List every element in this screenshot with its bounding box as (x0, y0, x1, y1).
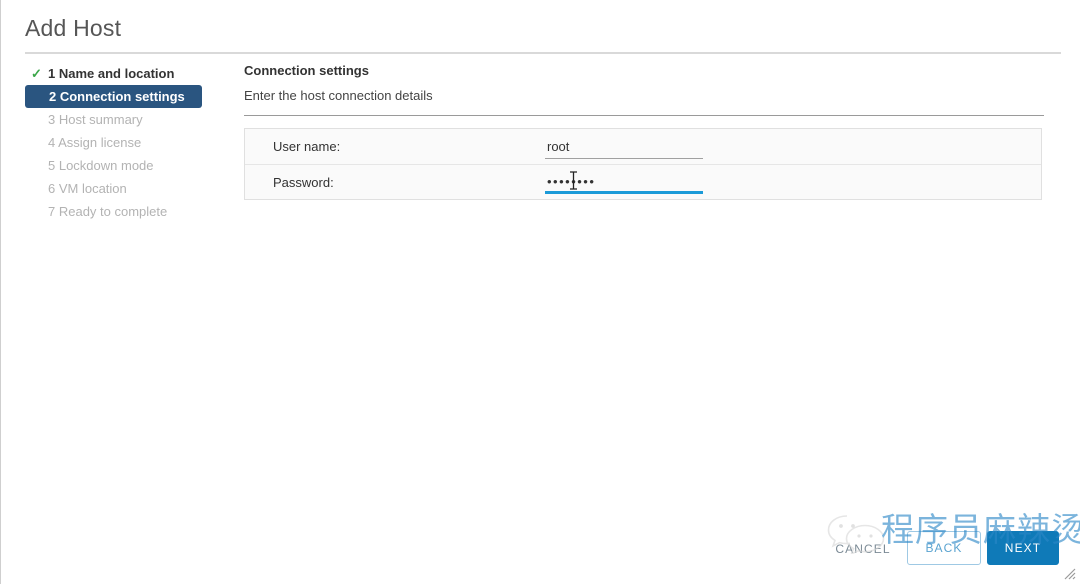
sidebar-item-host-summary[interactable]: 3 Host summary (25, 108, 230, 131)
sidebar-item-lockdown-mode[interactable]: 5 Lockdown mode (25, 154, 230, 177)
password-label: Password: (273, 174, 334, 190)
wizard-header: Add Host (25, 14, 1061, 54)
username-underline (545, 157, 703, 159)
form-row-username: User name: root (245, 129, 1041, 164)
wizard-content-pane: Connection settings Enter the host conne… (244, 62, 1044, 200)
password-underline (545, 191, 703, 194)
wizard-footer: CANCEL BACK NEXT (1, 528, 1080, 572)
page-title: Add Host (25, 15, 122, 41)
password-input[interactable]: •••••••• (547, 175, 595, 189)
step-label: 5 Lockdown mode (48, 158, 154, 173)
step-label: 2 Connection settings (49, 89, 185, 104)
check-icon: ✓ (31, 66, 42, 81)
step-label: 3 Host summary (48, 112, 143, 127)
sidebar-item-ready-to-complete[interactable]: 7 Ready to complete (25, 200, 230, 223)
content-divider (244, 115, 1044, 116)
add-host-wizard: Add Host ✓ 1 Name and location 2 Connect… (0, 0, 1080, 584)
connection-settings-form: User name: root Password: •••••••• (244, 128, 1042, 200)
step-label: 4 Assign license (48, 135, 142, 150)
sidebar-item-connection-settings[interactable]: 2 Connection settings (25, 85, 202, 108)
content-title: Connection settings (244, 63, 369, 78)
header-divider (25, 52, 1061, 54)
back-button[interactable]: BACK (907, 531, 981, 565)
resize-grip-icon[interactable] (1063, 567, 1076, 580)
step-label: 6 VM location (48, 181, 127, 196)
username-label: User name: (273, 139, 341, 154)
username-input[interactable]: root (547, 138, 569, 155)
sidebar-item-assign-license[interactable]: 4 Assign license (25, 131, 230, 154)
next-button[interactable]: NEXT (987, 531, 1059, 565)
password-field-wrap[interactable]: •••••••• (545, 170, 703, 194)
step-label: 7 Ready to complete (48, 204, 168, 219)
sidebar-item-name-and-location[interactable]: ✓ 1 Name and location (25, 62, 230, 85)
sidebar-item-vm-location[interactable]: 6 VM location (25, 177, 230, 200)
content-subtitle: Enter the host connection details (244, 88, 433, 103)
username-field-wrap[interactable]: root (545, 135, 703, 159)
step-label: 1 Name and location (48, 66, 175, 81)
form-row-password: Password: •••••••• (245, 164, 1041, 199)
wizard-step-list: ✓ 1 Name and location 2 Connection setti… (25, 62, 230, 223)
cancel-button[interactable]: CANCEL (824, 532, 902, 566)
